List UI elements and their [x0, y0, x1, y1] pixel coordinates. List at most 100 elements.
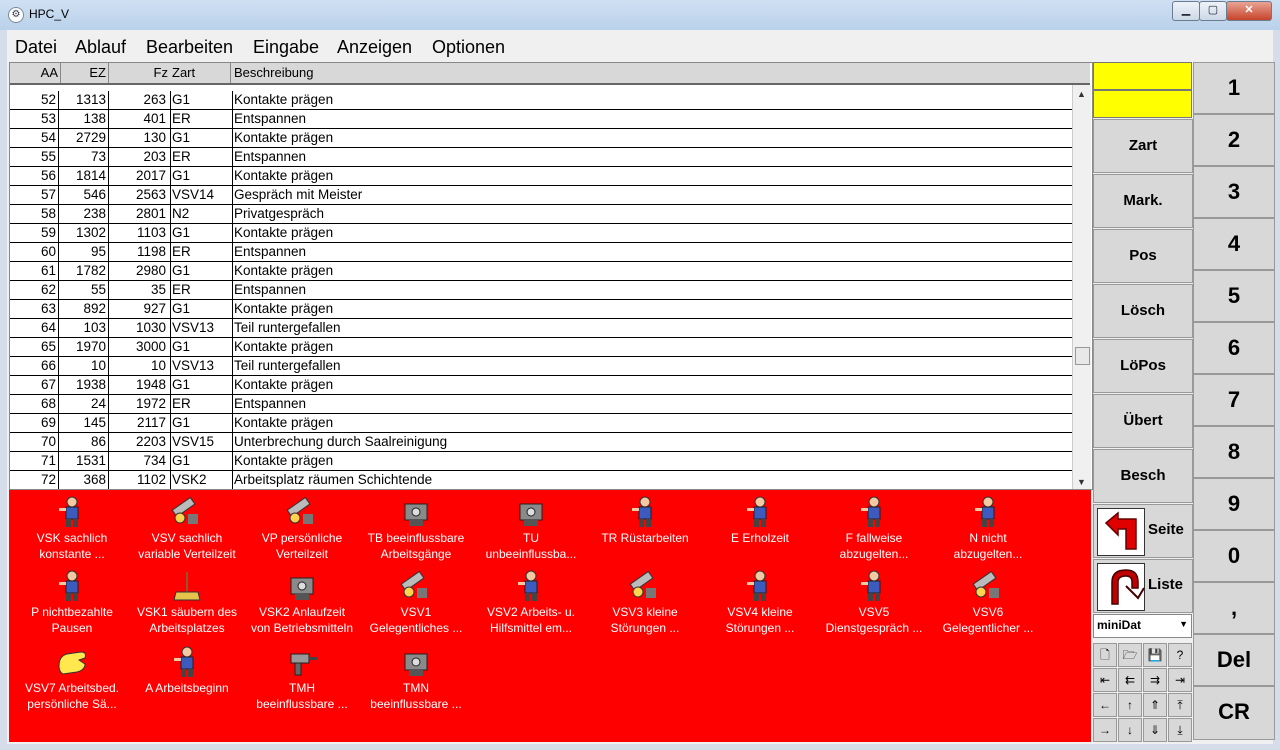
table-row[interactable]: 61 1782 2980 G1 Kontakte prägen	[10, 262, 1072, 281]
activity-item[interactable]: VSV7 Arbeitsbed. persönliche Sä...	[15, 646, 129, 712]
header-fz[interactable]: Fz	[110, 65, 168, 80]
left-icon[interactable]: ←	[1093, 693, 1117, 717]
table-row[interactable]: 53 138 401 ER Entspannen	[10, 110, 1072, 129]
header-beschreibung[interactable]: Beschreibung	[234, 65, 314, 80]
next-page-icon[interactable]: ⇉	[1143, 668, 1167, 692]
activity-item[interactable]: VP persönliche Verteilzeit	[245, 496, 359, 562]
table-row[interactable]: 56 1814 2017 G1 Kontakte prägen	[10, 167, 1072, 186]
activity-item[interactable]: VSV6 Gelegentlicher ...	[931, 570, 1045, 636]
table-row[interactable]: 58 238 2801 N2 Privatgespräch	[10, 205, 1072, 224]
key-5[interactable]: 5	[1193, 270, 1275, 322]
uebert-button[interactable]: Übert	[1093, 394, 1193, 448]
activity-item[interactable]: VSK1 säubern des Arbeitsplatzes	[130, 570, 244, 636]
activity-item[interactable]: P nichtbezahlte Pausen	[15, 570, 129, 636]
table-row[interactable]: 52 1313 263 G1 Kontakte prägen	[10, 91, 1072, 110]
activity-item[interactable]: N nicht abzugelten...	[931, 496, 1045, 562]
down-icon[interactable]: ↓	[1118, 718, 1142, 742]
help-icon[interactable]: ?	[1168, 643, 1192, 667]
key-4[interactable]: 4	[1193, 218, 1275, 270]
minimize-button[interactable]: ▁	[1172, 1, 1200, 21]
maximize-button[interactable]: ▢	[1199, 1, 1227, 21]
activity-item[interactable]: VSV4 kleine Störungen ...	[703, 570, 817, 636]
menu-anzeigen[interactable]: Anzeigen	[337, 37, 412, 58]
table-row[interactable]: 63 892 927 G1 Kontakte prägen	[10, 300, 1072, 319]
last-icon[interactable]: ⇥	[1168, 668, 1192, 692]
scroll-down-icon[interactable]: ▼	[1077, 477, 1086, 487]
table-row[interactable]: 55 73 203 ER Entspannen	[10, 148, 1072, 167]
close-button[interactable]: ✕	[1226, 1, 1272, 21]
menu-eingabe[interactable]: Eingabe	[253, 37, 319, 58]
activity-item[interactable]: F fallweise abzugelten...	[817, 496, 931, 562]
page-up-icon[interactable]: ⇑	[1143, 693, 1167, 717]
key-6[interactable]: 6	[1193, 322, 1275, 374]
yellow-field-2[interactable]	[1093, 90, 1192, 118]
activity-item[interactable]: A Arbeitsbeginn	[130, 646, 244, 696]
bottom-icon[interactable]: ⤓	[1168, 718, 1192, 742]
first-icon[interactable]: ⇤	[1093, 668, 1117, 692]
header-aa[interactable]: AA	[10, 65, 58, 80]
app-icon[interactable]: ⚙	[8, 7, 24, 23]
key-2[interactable]: 2	[1193, 114, 1275, 166]
table-row[interactable]: 59 1302 1103 G1 Kontakte prägen	[10, 224, 1072, 243]
table-row[interactable]: 66 10 10 VSV13 Teil runtergefallen	[10, 357, 1072, 376]
pos-button[interactable]: Pos	[1093, 229, 1193, 283]
activity-item[interactable]: TB beeinflussbare Arbeitsgänge	[359, 496, 473, 562]
up-icon[interactable]: ↑	[1118, 693, 1142, 717]
key-comma[interactable]: ,	[1193, 582, 1275, 634]
chevron-down-icon[interactable]: ▼	[1179, 619, 1188, 629]
key-1[interactable]: 1	[1193, 62, 1275, 114]
menu-ablauf[interactable]: Ablauf	[75, 37, 126, 58]
activity-item[interactable]: TMN beeinflussbare ...	[359, 646, 473, 712]
vertical-scrollbar[interactable]: ▲ ▼	[1072, 85, 1091, 489]
loesch-button[interactable]: Lösch	[1093, 284, 1193, 338]
save-icon[interactable]: 💾	[1143, 643, 1167, 667]
activity-item[interactable]: VSK sachlich konstante ...	[15, 496, 129, 562]
table-row[interactable]: 65 1970 3000 G1 Kontakte prägen	[10, 338, 1072, 357]
table-row[interactable]: 69 145 2117 G1 Kontakte prägen	[10, 414, 1072, 433]
dataset-select[interactable]: miniDat ▼	[1093, 614, 1192, 638]
activity-item[interactable]: VSV1 Gelegentliches ...	[359, 570, 473, 636]
scroll-up-icon[interactable]: ▲	[1077, 89, 1086, 99]
table-row[interactable]: 54 2729 130 G1 Kontakte prägen	[10, 129, 1072, 148]
liste-button[interactable]: Liste	[1093, 559, 1193, 613]
key-del[interactable]: Del	[1193, 634, 1275, 686]
activity-item[interactable]: VSV3 kleine Störungen ...	[588, 570, 702, 636]
yellow-field-1[interactable]	[1093, 62, 1192, 90]
page-down-icon[interactable]: ⇓	[1143, 718, 1167, 742]
activity-item[interactable]: E Erholzeit	[703, 496, 817, 546]
mark-button[interactable]: Mark.	[1093, 174, 1193, 228]
key-9[interactable]: 9	[1193, 478, 1275, 530]
table-row[interactable]: 71 1531 734 G1 Kontakte prägen	[10, 452, 1072, 471]
key-8[interactable]: 8	[1193, 426, 1275, 478]
open-file-icon[interactable]: 🗁	[1118, 643, 1142, 667]
activity-item[interactable]: VSV2 Arbeits- u. Hilfsmittel em...	[474, 570, 588, 636]
activity-item[interactable]: TMH beeinflussbare ...	[245, 646, 359, 712]
key-3[interactable]: 3	[1193, 166, 1275, 218]
prev-page-icon[interactable]: ⇇	[1118, 668, 1142, 692]
key-7[interactable]: 7	[1193, 374, 1275, 426]
besch-button[interactable]: Besch	[1093, 449, 1193, 503]
zart-button[interactable]: Zart	[1093, 119, 1193, 173]
activity-item[interactable]: VSV5 Dienstgespräch ...	[817, 570, 931, 636]
key-cr[interactable]: CR	[1193, 686, 1275, 740]
table-row[interactable]: 62 55 35 ER Entspannen	[10, 281, 1072, 300]
table-row[interactable]: 72 368 1102 VSK2 Arbeitsplatz räumen Schicht…	[10, 471, 1072, 489]
table-row[interactable]: 60 95 1198 ER Entspannen	[10, 243, 1072, 262]
table-row[interactable]: 67 1938 1948 G1 Kontakte prägen	[10, 376, 1072, 395]
table-row[interactable]: 64 103 1030 VSV13 Teil runtergefallen	[10, 319, 1072, 338]
table-row[interactable]: 70 86 2203 VSV15 Unterbrechung durch Saalrei…	[10, 433, 1072, 452]
menu-datei[interactable]: Datei	[15, 37, 57, 58]
right-icon[interactable]: →	[1093, 718, 1117, 742]
activity-item[interactable]: TR Rüstarbeiten	[588, 496, 702, 546]
key-0[interactable]: 0	[1193, 530, 1275, 582]
new-file-icon[interactable]: 🗋	[1093, 643, 1117, 667]
activity-item[interactable]: VSV sachlich variable Verteilzeit	[130, 496, 244, 562]
menu-optionen[interactable]: Optionen	[432, 37, 505, 58]
header-ez[interactable]: EZ	[62, 65, 106, 80]
activity-item[interactable]: TU unbeeinflussba...	[474, 496, 588, 562]
top-icon[interactable]: ⤒	[1168, 693, 1192, 717]
seite-button[interactable]: Seite	[1093, 504, 1193, 558]
table-row[interactable]: 68 24 1972 ER Entspannen	[10, 395, 1072, 414]
activity-item[interactable]: VSK2 Anlaufzeit von Betriebsmitteln	[245, 570, 359, 636]
table-row[interactable]: 57 546 2563 VSV14 Gespräch mit Meister	[10, 186, 1072, 205]
